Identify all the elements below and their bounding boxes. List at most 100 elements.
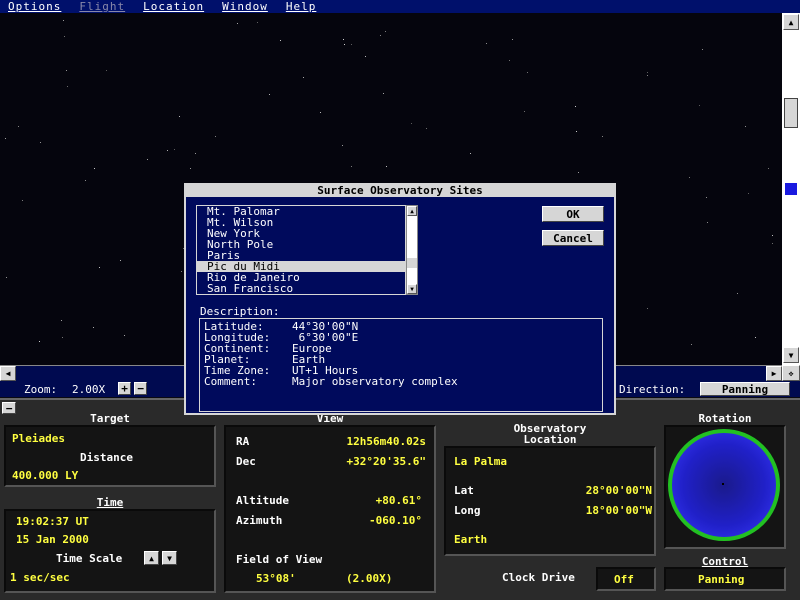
scroll-thumb[interactable] bbox=[784, 98, 798, 128]
star-dot bbox=[772, 235, 773, 236]
star-dot bbox=[93, 327, 94, 328]
center-view-icon[interactable]: ✥ bbox=[782, 365, 800, 381]
ra-label: RA bbox=[236, 435, 250, 448]
fov-value: 53°08' bbox=[256, 572, 296, 585]
star-dot bbox=[351, 166, 352, 167]
star-dot bbox=[602, 136, 603, 137]
star-dot bbox=[303, 77, 304, 78]
time-header: Time bbox=[96, 496, 124, 509]
star-dot bbox=[707, 222, 708, 223]
star-dot bbox=[320, 112, 321, 113]
star-dot bbox=[195, 153, 196, 154]
star-dot bbox=[578, 172, 579, 173]
star-dot bbox=[237, 23, 238, 24]
ok-button[interactable]: OK bbox=[542, 206, 604, 222]
scroll-down-icon[interactable]: ▼ bbox=[783, 347, 799, 363]
lat-label: Lat bbox=[454, 484, 474, 497]
zoom-label: Zoom: bbox=[24, 383, 58, 396]
time-clock: 19:02:37 UT bbox=[16, 515, 89, 528]
clock-drive-box[interactable]: Off bbox=[596, 567, 656, 591]
star-dot bbox=[167, 150, 168, 151]
star-dot bbox=[426, 128, 427, 129]
scroll-up-icon[interactable]: ▲ bbox=[783, 14, 799, 30]
zoom-in-button[interactable]: + bbox=[118, 382, 131, 395]
star-dot bbox=[62, 337, 63, 338]
target-box[interactable]: Pleiades Distance 400.000 LY bbox=[4, 425, 216, 487]
scroll-right-icon[interactable]: ▶ bbox=[766, 366, 782, 381]
menu-bar: Options Flight Location Window Help bbox=[0, 0, 800, 13]
observatory-planet: Earth bbox=[454, 533, 488, 546]
star-dot bbox=[344, 44, 345, 45]
observatory-box[interactable]: La Palma Lat 28°00'00"N Long 18°00'00"W … bbox=[444, 446, 656, 556]
star-dot bbox=[6, 277, 7, 278]
dialog-title: Surface Observatory Sites bbox=[186, 185, 614, 197]
star-dot bbox=[512, 39, 513, 40]
star-dot bbox=[755, 337, 756, 338]
control-box[interactable]: Panning bbox=[664, 567, 786, 591]
star-dot bbox=[411, 123, 412, 124]
site-list-item[interactable]: San Francisco bbox=[197, 283, 405, 294]
star-dot bbox=[40, 142, 41, 143]
menu-flight[interactable]: Flight bbox=[79, 0, 125, 13]
time-scale-down-button[interactable]: ▼ bbox=[162, 551, 177, 565]
time-box[interactable]: 19:02:37 UT 15 Jan 2000 Time Scale ▲ ▼ 1… bbox=[4, 509, 216, 593]
observatory-name: La Palma bbox=[454, 455, 507, 468]
star-dot bbox=[5, 138, 6, 139]
star-dot bbox=[99, 267, 100, 268]
description-value: Major observatory complex bbox=[292, 375, 458, 388]
azimuth-label: Azimuth bbox=[236, 514, 283, 527]
list-scroll-down-icon[interactable]: ▼ bbox=[407, 284, 417, 294]
fov-zoom: (2.00X) bbox=[346, 572, 393, 585]
star-dot bbox=[486, 43, 487, 44]
site-list-scrollbar[interactable]: ▲ ▼ bbox=[406, 205, 418, 295]
star-dot bbox=[745, 126, 746, 127]
scroll-position-marker bbox=[785, 183, 797, 195]
star-dot bbox=[63, 20, 64, 21]
site-list[interactable]: Mt. Palomar Mt. Wilson New York North Po… bbox=[196, 205, 406, 295]
star-dot bbox=[215, 136, 216, 137]
location-header: Location bbox=[523, 433, 577, 446]
vertical-scrollbar[interactable]: ▲ ▼ bbox=[782, 13, 800, 365]
star-dot bbox=[386, 166, 387, 167]
star-dot bbox=[365, 56, 366, 57]
star-dot bbox=[61, 320, 62, 321]
menu-options[interactable]: Options bbox=[8, 0, 61, 13]
distance-value: 400.000 LY bbox=[12, 469, 79, 482]
star-dot bbox=[380, 35, 381, 36]
zoom-out-button[interactable]: − bbox=[134, 382, 147, 395]
menu-help[interactable]: Help bbox=[286, 0, 317, 13]
menu-location[interactable]: Location bbox=[143, 0, 204, 13]
observatory-sites-dialog: Surface Observatory Sites Mt. Palomar Mt… bbox=[184, 183, 616, 415]
dec-label: Dec bbox=[236, 455, 256, 468]
clock-drive-value: Off bbox=[614, 573, 634, 586]
cancel-button[interactable]: Cancel bbox=[542, 230, 604, 246]
rotation-globe[interactable] bbox=[668, 429, 780, 541]
description-line: Comment: Major observatory complex bbox=[204, 376, 598, 387]
list-scroll-thumb[interactable] bbox=[407, 258, 417, 268]
star-dot bbox=[22, 200, 23, 201]
star-dot bbox=[702, 49, 703, 50]
time-date: 15 Jan 2000 bbox=[16, 533, 89, 546]
globe-center-marker bbox=[722, 483, 724, 485]
star-dot bbox=[509, 60, 510, 61]
menu-window[interactable]: Window bbox=[222, 0, 268, 13]
star-dot bbox=[67, 86, 68, 87]
star-dot bbox=[18, 126, 19, 127]
star-dot bbox=[66, 70, 67, 71]
control-value: Panning bbox=[698, 573, 745, 586]
scroll-left-icon[interactable]: ◀ bbox=[0, 366, 16, 381]
star-dot bbox=[576, 131, 577, 132]
star-dot bbox=[64, 36, 65, 37]
view-box[interactable]: RA 12h56m40.02s Dec +32°20'35.6" Altitud… bbox=[224, 425, 436, 593]
description-line: Continent: Europe bbox=[204, 343, 598, 354]
star-dot bbox=[190, 168, 191, 169]
altitude-label: Altitude bbox=[236, 494, 289, 507]
time-scale-up-button[interactable]: ▲ bbox=[144, 551, 159, 565]
direction-button[interactable]: Panning bbox=[700, 382, 790, 396]
star-dot bbox=[179, 116, 180, 117]
list-scroll-up-icon[interactable]: ▲ bbox=[407, 206, 417, 216]
star-dot bbox=[106, 70, 107, 71]
azimuth-value: -060.10° bbox=[369, 514, 422, 527]
star-dot bbox=[343, 39, 344, 40]
star-dot bbox=[120, 260, 121, 261]
